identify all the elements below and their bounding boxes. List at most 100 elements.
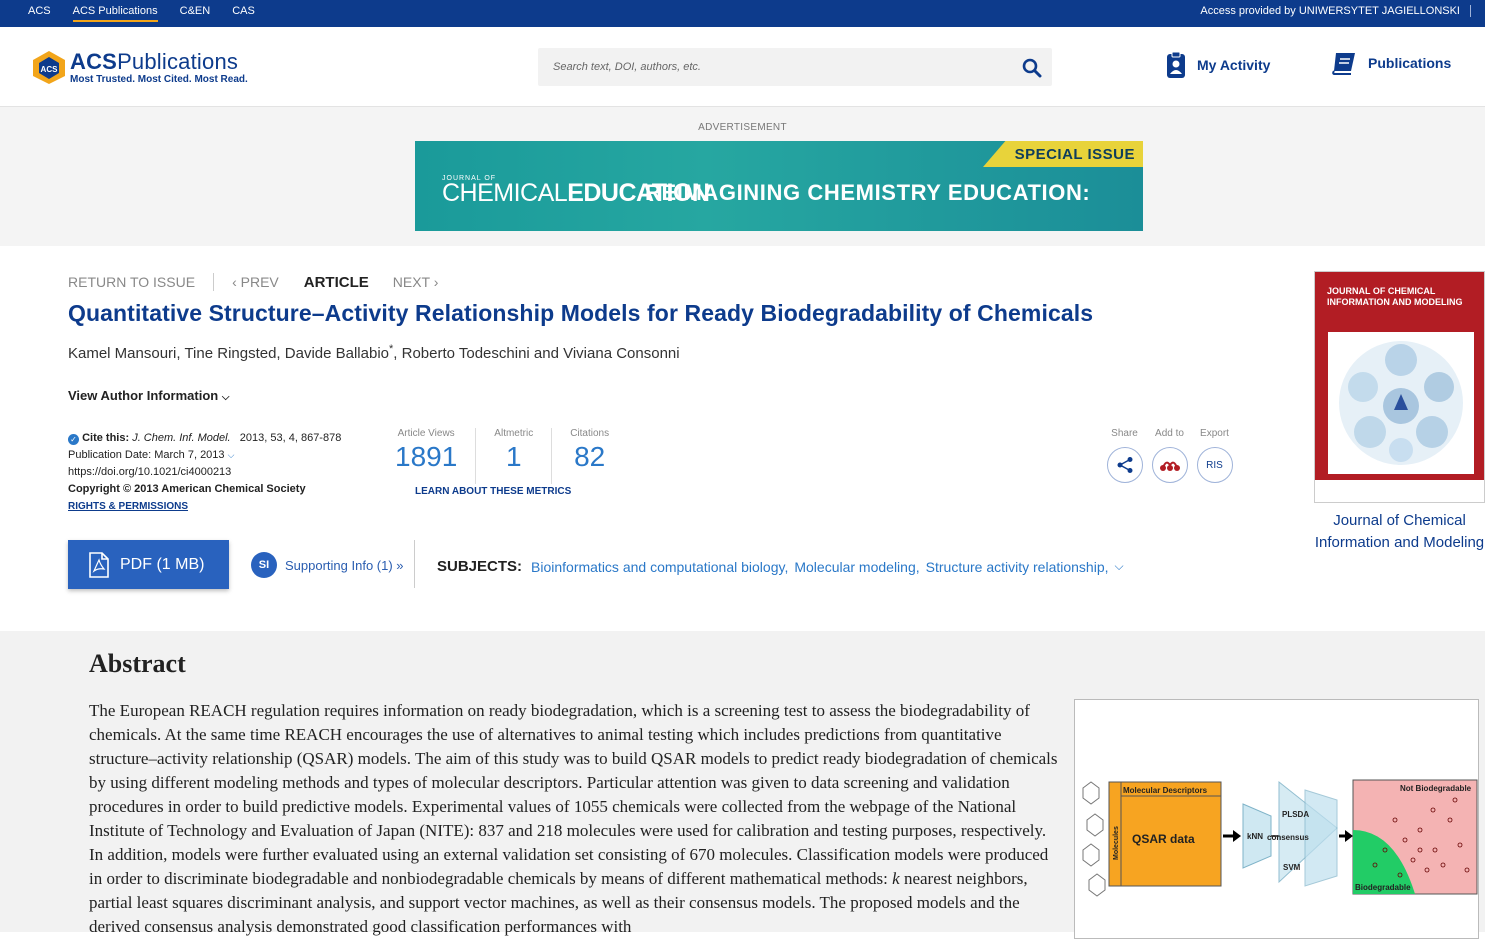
metric-label: Article Views bbox=[397, 428, 455, 439]
cite-reference: 2013, 53, 4, 867-878 bbox=[239, 432, 342, 444]
access-provider: Access provided by UNIWERSYTET JAGIELLON… bbox=[1200, 5, 1471, 17]
nav-divider bbox=[213, 273, 215, 291]
share-button[interactable] bbox=[1106, 447, 1143, 483]
logo-wordmark: ACSPublications bbox=[70, 49, 239, 74]
search-input[interactable] bbox=[538, 48, 998, 86]
abstract-text-italic: k bbox=[892, 869, 900, 888]
advertisement-band: ADVERTISEMENT SPECIAL ISSUE JOURNAL OF C… bbox=[0, 107, 1485, 246]
advertisement-label: ADVERTISEMENT bbox=[698, 122, 787, 133]
mendeley-button[interactable] bbox=[1151, 447, 1188, 483]
metric-label: Altmetric bbox=[494, 428, 534, 439]
export-tool: Export RIS bbox=[1192, 428, 1237, 483]
subjects-label: SUBJECTS: bbox=[437, 558, 523, 575]
chevron-down-icon[interactable]: ⌵ bbox=[1115, 559, 1124, 574]
search-icon[interactable] bbox=[1022, 58, 1042, 78]
cite-label: Cite this: bbox=[82, 432, 130, 444]
logo-tagline: Most Trusted. Most Cited. Most Read. bbox=[70, 74, 248, 85]
toc-consensus: consensus bbox=[1267, 833, 1309, 842]
chevron-down-icon[interactable]: ⌵ bbox=[228, 450, 235, 460]
top-link-cen[interactable]: C&EN bbox=[180, 5, 211, 23]
prev-label: PREV bbox=[240, 274, 279, 290]
rights-permissions-link[interactable]: RIGHTS & PERMISSIONS bbox=[68, 501, 188, 512]
my-activity-label: My Activity bbox=[1197, 57, 1271, 73]
article-title: Quantitative Structure–Activity Relation… bbox=[68, 300, 1094, 326]
article-header: RETURN TO ISSUE ‹ PREV ARTICLE NEXT › Qu… bbox=[0, 246, 1485, 631]
acs-publications-logo[interactable]: ACS ACSPublications Most Trusted. Most C… bbox=[30, 49, 248, 85]
journal-cover-image[interactable]: JOURNAL OF CHEMICAL INFORMATION AND MODE… bbox=[1314, 271, 1485, 503]
journal-name-link[interactable]: Journal of Chemical Information and Mode… bbox=[1314, 510, 1485, 554]
clipboard-user-icon bbox=[1167, 51, 1185, 78]
share-tool: Share bbox=[1102, 428, 1147, 483]
metric-citations[interactable]: Citations 82 bbox=[552, 428, 627, 484]
subject-link[interactable]: Bioinformatics and computational biology… bbox=[531, 559, 788, 575]
toc-plsda: PLSDA bbox=[1282, 810, 1309, 819]
abstract-section: Abstract The European REACH regulation r… bbox=[0, 631, 1485, 939]
metric-label: Citations bbox=[570, 428, 610, 439]
tool-label: Share bbox=[1111, 428, 1138, 439]
ad-ribbon-text: SPECIAL ISSUE bbox=[1014, 146, 1135, 163]
cover-footer bbox=[1315, 480, 1484, 502]
abstract-heading: Abstract bbox=[89, 649, 186, 678]
site-header: ACS ACSPublications Most Trusted. Most C… bbox=[0, 27, 1485, 107]
toc-descriptors: Molecular Descriptors bbox=[1123, 786, 1208, 795]
top-link-cas[interactable]: CAS bbox=[232, 5, 255, 23]
article-metrics: Article Views 1891 Altmetric 1 Citations… bbox=[377, 428, 627, 484]
prev-link[interactable]: ‹ PREV bbox=[232, 274, 279, 290]
ad-headline: REIMAGINING CHEMISTRY EDUCATION: bbox=[645, 180, 1091, 205]
citation-block: ✓ Cite this: J. Chem. Inf. Model. 2013, … bbox=[68, 430, 341, 515]
toc-knn: kNN bbox=[1247, 832, 1263, 841]
ad-ribbon: SPECIAL ISSUE bbox=[983, 141, 1143, 167]
next-link[interactable]: NEXT › bbox=[393, 274, 439, 290]
svg-text:ACS: ACS bbox=[41, 65, 59, 74]
chevron-down-icon: ⌵ bbox=[221, 392, 230, 403]
toc-molecules: Molecules bbox=[1113, 826, 1120, 860]
return-to-issue-link[interactable]: RETURN TO ISSUE bbox=[68, 274, 195, 290]
author-list: Kamel Mansouri, Tine Ringsted, Davide Ba… bbox=[68, 343, 680, 362]
authors-part-a[interactable]: Kamel Mansouri, Tine Ringsted, Davide Ba… bbox=[68, 345, 389, 362]
supporting-info-link[interactable]: SI Supporting Info (1) » bbox=[251, 552, 404, 578]
tool-label: Add to bbox=[1155, 428, 1184, 439]
pdf-icon bbox=[89, 551, 109, 578]
toc-graphic[interactable]: Molecular Descriptors Molecules QSAR dat… bbox=[1074, 699, 1479, 939]
top-link-acs[interactable]: ACS bbox=[28, 5, 51, 23]
supporting-info-label: Supporting Info (1) » bbox=[285, 557, 404, 573]
metric-value: 82 bbox=[574, 441, 606, 472]
top-link-acs-publications[interactable]: ACS Publications bbox=[72, 5, 158, 22]
mendeley-icon bbox=[1159, 461, 1180, 471]
metric-article-views[interactable]: Article Views 1891 bbox=[377, 428, 477, 484]
subjects-row: SUBJECTS: Bioinformatics and computation… bbox=[437, 558, 1124, 575]
divider bbox=[414, 540, 415, 588]
my-activity-link[interactable]: My Activity bbox=[1165, 51, 1270, 79]
top-strip: ACS ACS Publications C&EN CAS Access pro… bbox=[0, 0, 1485, 27]
doi-link[interactable]: https://doi.org/10.1021/ci4000213 bbox=[68, 466, 231, 478]
export-ris-button[interactable]: RIS bbox=[1196, 447, 1233, 483]
metric-value: 1891 bbox=[395, 441, 458, 472]
next-label: NEXT bbox=[392, 274, 430, 290]
toc-biodeg: Biodegradable bbox=[1355, 883, 1411, 892]
learn-metrics-link[interactable]: LEARN ABOUT THESE METRICS bbox=[415, 486, 571, 497]
copyright: Copyright © 2013 American Chemical Socie… bbox=[68, 483, 306, 495]
publications-link[interactable]: Publications bbox=[1330, 51, 1451, 75]
pdf-download-button[interactable]: PDF (1 MB) bbox=[68, 540, 229, 589]
subject-link[interactable]: Structure activity relationship, bbox=[926, 559, 1109, 575]
toc-svm: SVM bbox=[1283, 863, 1301, 872]
toc-qsar: QSAR data bbox=[1132, 832, 1195, 846]
publication-date: Publication Date: March 7, 2013 bbox=[68, 449, 225, 461]
abstract-text: The European REACH regulation requires i… bbox=[89, 699, 1059, 939]
book-icon bbox=[1332, 53, 1355, 75]
ad-banner[interactable]: SPECIAL ISSUE JOURNAL OF CHEMICALEDUCATI… bbox=[415, 141, 1143, 231]
add-to-tool: Add to bbox=[1147, 428, 1192, 483]
publications-label: Publications bbox=[1368, 55, 1452, 71]
metric-altmetric[interactable]: Altmetric 1 bbox=[476, 428, 553, 484]
authors-part-b[interactable]: , Roberto Todeschini and Viviana Consonn… bbox=[393, 345, 679, 362]
view-author-info-toggle[interactable]: View Author Information ⌵ bbox=[68, 388, 229, 403]
check-badge-icon: ✓ bbox=[68, 434, 79, 445]
tool-label: Export bbox=[1200, 428, 1229, 439]
acs-hexagon-icon: ACS bbox=[30, 49, 66, 85]
article-tools: Share Add to Export RIS bbox=[1102, 428, 1237, 483]
share-icon bbox=[1117, 457, 1132, 473]
subject-link[interactable]: Molecular modeling, bbox=[794, 559, 919, 575]
metric-value: 1 bbox=[505, 441, 522, 472]
article-nav: RETURN TO ISSUE ‹ PREV ARTICLE NEXT › bbox=[68, 273, 438, 291]
search-bar bbox=[538, 48, 1052, 86]
